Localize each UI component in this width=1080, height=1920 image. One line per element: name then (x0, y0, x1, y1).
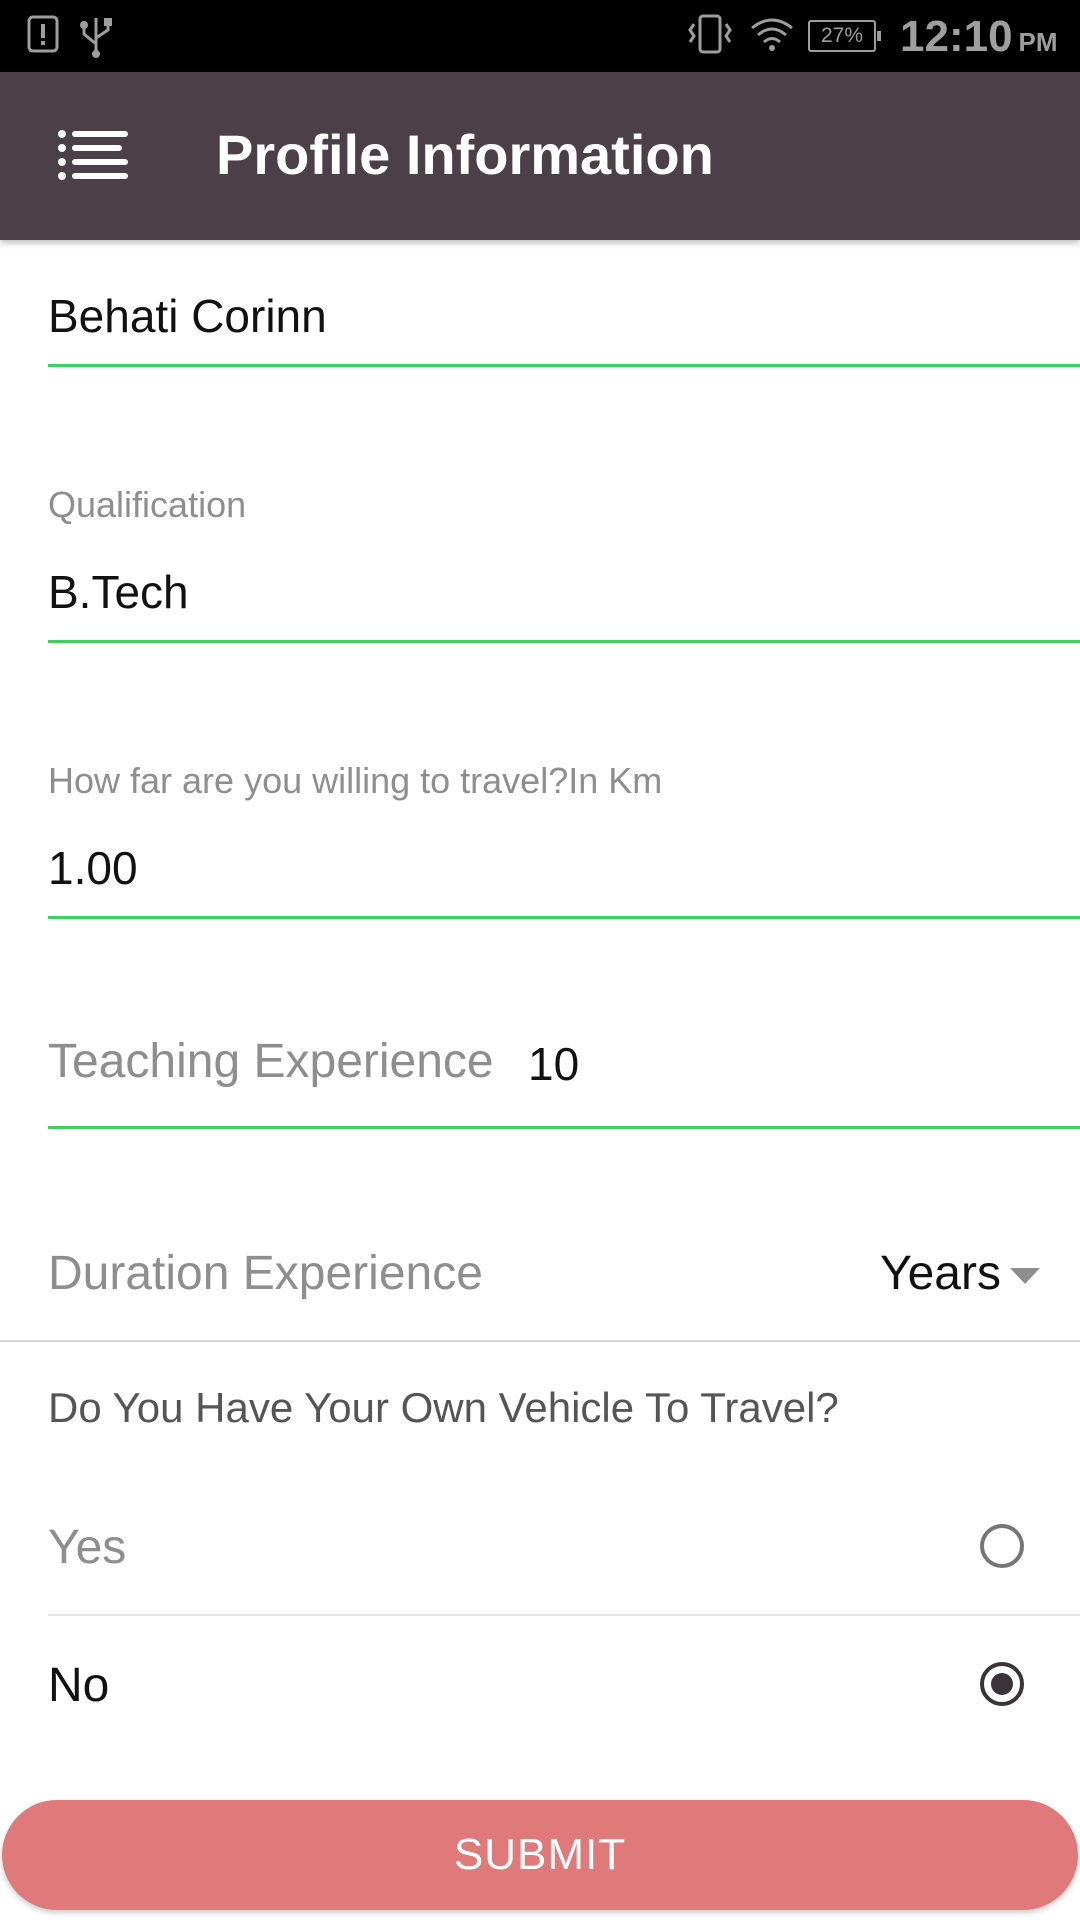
vehicle-question: Do You Have Your Own Vehicle To Travel? (48, 1384, 839, 1431)
duration-unit-value: Years (880, 1247, 1001, 1300)
clock-time: 12:10 (900, 12, 1013, 61)
duration-experience-label: Duration Experience (48, 1247, 483, 1300)
clock: 12:10 PM (900, 12, 1058, 62)
teaching-experience-label: Teaching Experience (48, 1035, 494, 1088)
qualification-input[interactable] (48, 560, 1080, 624)
profile-title-input[interactable] (48, 284, 1080, 348)
wifi-icon (748, 14, 796, 59)
radio-checked-icon[interactable] (978, 1660, 1026, 1713)
vehicle-option-no[interactable]: No (48, 1616, 1080, 1752)
app-toolbar: Profile Information (0, 72, 1080, 240)
teaching-experience-underline (48, 1126, 1080, 1129)
section-divider (0, 1340, 1080, 1342)
radio-unchecked-icon[interactable] (978, 1522, 1026, 1575)
alert-icon (26, 14, 60, 59)
teaching-experience-input[interactable] (528, 1032, 1068, 1096)
submit-button[interactable]: SUBMIT (2, 1800, 1078, 1910)
vehicle-option-yes[interactable]: Yes (48, 1478, 1080, 1614)
travel-distance-input[interactable] (48, 836, 1080, 900)
status-bar: 27% 12:10 PM (0, 0, 1080, 72)
vibrate-icon (688, 12, 732, 61)
duration-unit-dropdown[interactable]: Years (860, 1244, 1060, 1308)
clock-ampm: PM (1018, 27, 1058, 57)
travel-distance-underline (48, 916, 1080, 919)
battery-indicator: 27% (808, 20, 881, 52)
profile-title-underline (48, 364, 1080, 367)
qualification-label: Qualification (48, 484, 247, 525)
travel-distance-label: How far are you willing to travel?In Km (48, 760, 663, 801)
page-title: Profile Information (216, 123, 714, 186)
option-no-label: No (48, 1659, 110, 1712)
qualification-underline (48, 640, 1080, 643)
dropdown-arrow-icon (1010, 1268, 1040, 1289)
menu-icon[interactable] (56, 128, 136, 184)
usb-icon (76, 14, 116, 63)
option-yes-label: Yes (48, 1521, 127, 1574)
profile-information-screen: 27% 12:10PM Profile Information Profile … (0, 0, 1080, 1920)
